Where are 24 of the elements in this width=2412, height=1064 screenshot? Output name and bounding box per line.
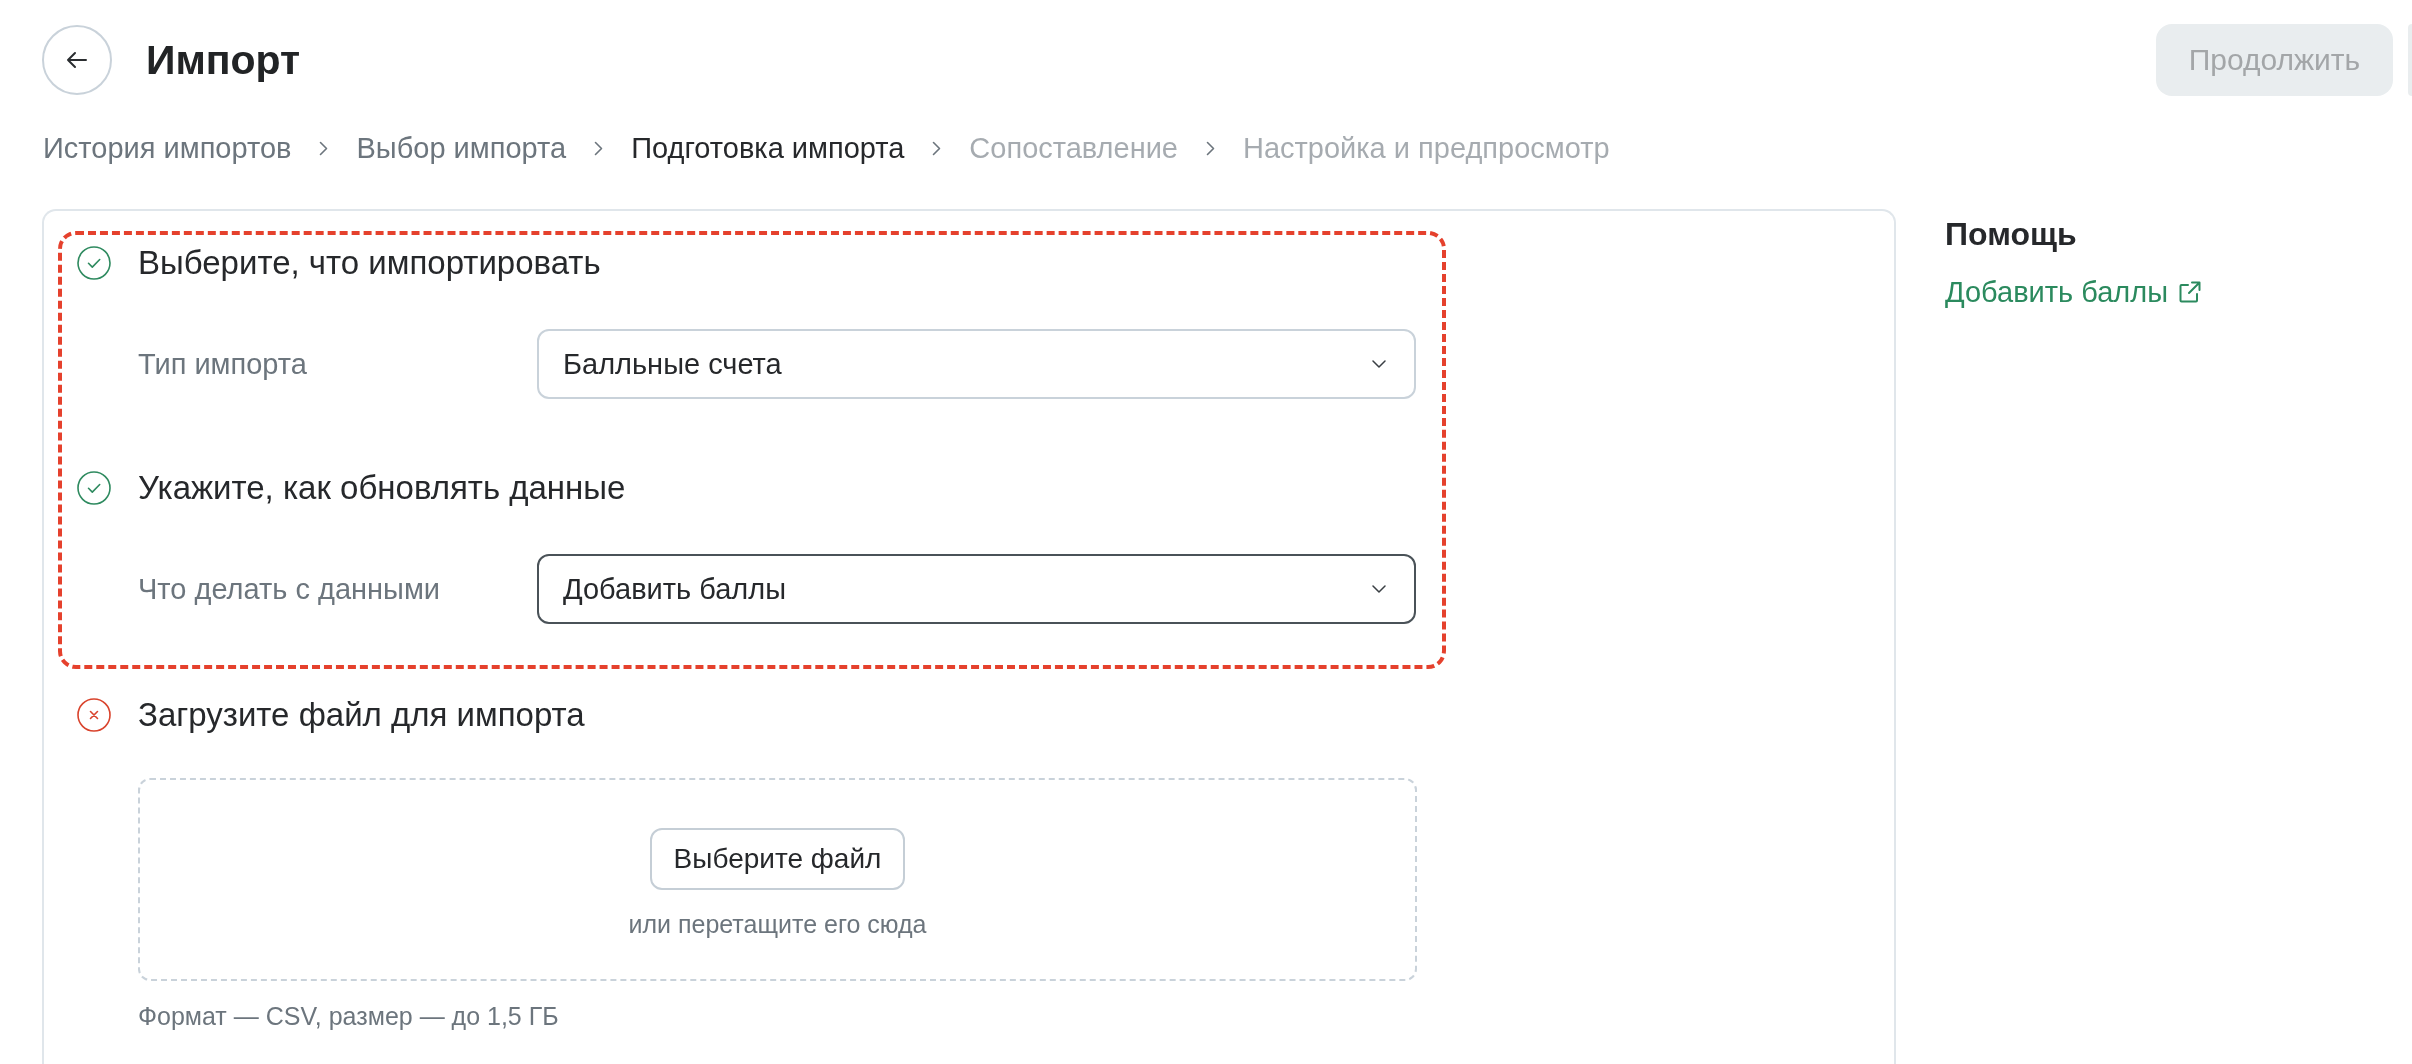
step-title: Загрузите файл для импорта [138, 695, 585, 735]
dropdown[interactable]: Балльные счета [537, 329, 1416, 399]
chevron-right-icon [932, 140, 942, 156]
step-title: Выберите, что импортировать [138, 243, 601, 283]
breadcrumb-item[interactable]: Выбор импорта [356, 131, 567, 165]
help-title: Помощь [1945, 216, 2077, 252]
dropdown[interactable]: Добавить баллы [537, 554, 1416, 624]
drop-zone[interactable]: Выберите файл или перетащите его сюда [138, 778, 1417, 981]
external-link-icon [2178, 280, 2202, 304]
breadcrumb-item[interactable]: История импортов [43, 131, 292, 165]
field-label: Что делать с данными [138, 572, 442, 606]
chevron-right-icon [1206, 140, 1215, 156]
help-link[interactable]: Добавить баллы [1945, 274, 2202, 310]
chevron-right-icon [594, 140, 604, 156]
field-label: Тип импорта [138, 347, 308, 381]
drop-hint: или перетащите его сюда [628, 909, 927, 939]
format-note: Формат — CSV, размер — до 1,5 ГБ [138, 1001, 559, 1031]
chevron-down-icon [1372, 585, 1386, 593]
step-title: Укажите, как обновлять данные [138, 468, 626, 508]
chevron-down-icon [1372, 360, 1386, 368]
choose-file-button[interactable]: Выберите файл [649, 828, 906, 890]
chevron-right-icon [319, 140, 329, 156]
page-title: Импорт [146, 36, 301, 85]
breadcrumb-item[interactable]: Подготовка импорта [631, 131, 905, 165]
